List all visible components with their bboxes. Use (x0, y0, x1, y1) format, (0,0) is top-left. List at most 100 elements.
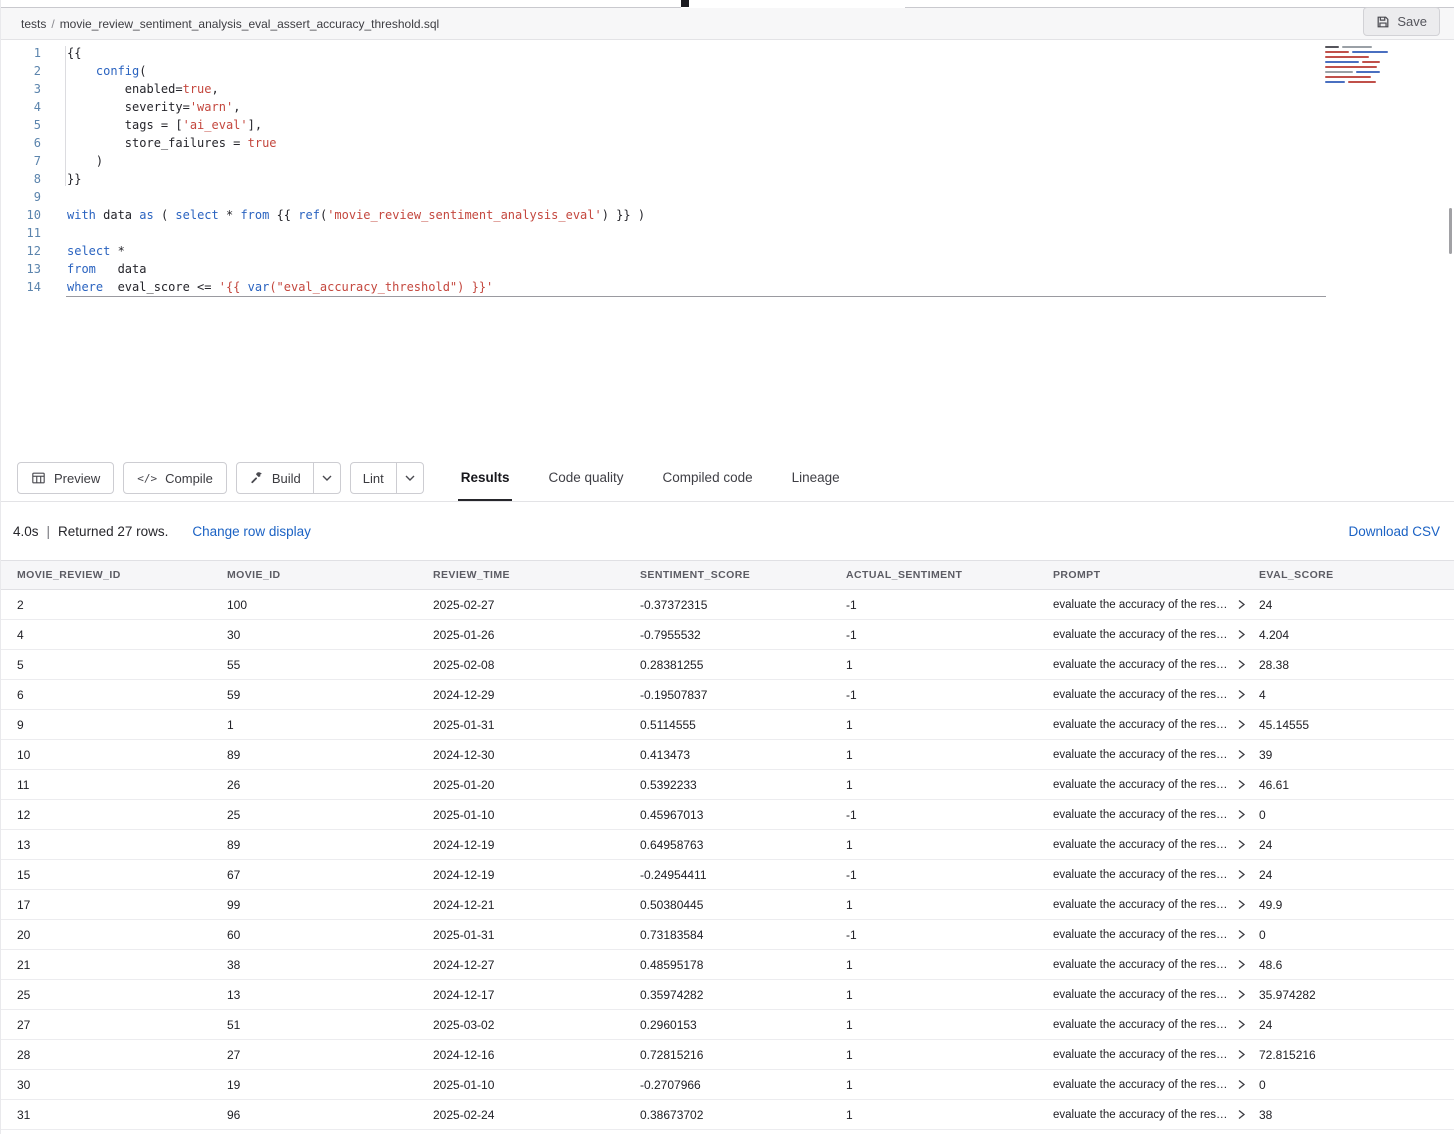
code-editor[interactable]: 1{{2 config(3 enabled=true,4 severity='w… (1, 40, 1454, 455)
expand-prompt-icon[interactable] (1237, 839, 1246, 850)
code-icon: </> (137, 472, 157, 485)
table-cell: 19 (227, 1078, 433, 1092)
code-text: from data (67, 260, 146, 278)
expand-prompt-icon[interactable] (1237, 719, 1246, 730)
breadcrumb-bar: tests / movie_review_sentiment_analysis_… (1, 8, 1454, 40)
table-cell: 1 (846, 958, 1053, 972)
prompt-preview: evaluate the accuracy of the res… (1053, 1079, 1228, 1091)
expand-prompt-icon[interactable] (1237, 1109, 1246, 1120)
expand-prompt-icon[interactable] (1237, 659, 1246, 670)
table-row: 5552025-02-080.283812551evaluate the acc… (1, 650, 1454, 680)
table-cell: -0.37372315 (640, 598, 846, 612)
code-line[interactable]: 13from data (1, 260, 1454, 278)
line-number: 1 (1, 44, 41, 62)
tab-results[interactable]: Results (458, 455, 513, 501)
tab-compiled-code[interactable]: Compiled code (660, 455, 756, 501)
tab-code-quality[interactable]: Code quality (545, 455, 626, 501)
expand-prompt-icon[interactable] (1237, 959, 1246, 970)
table-cell: 1 (846, 1108, 1053, 1122)
code-line[interactable]: 3 enabled=true, (1, 80, 1454, 98)
code-text: severity='warn', (67, 98, 240, 116)
table-cell: 31 (17, 1108, 227, 1122)
column-header: REVIEW_TIME (433, 569, 640, 581)
table-cell: 2025-02-08 (433, 658, 640, 672)
table-cell: 2024-12-19 (433, 838, 640, 852)
breadcrumb-tests[interactable]: tests (21, 17, 46, 31)
code-line[interactable]: 10with data as ( select * from {{ ref('m… (1, 206, 1454, 224)
code-line[interactable]: 12select * (1, 242, 1454, 260)
table-cell: 4 (17, 628, 227, 642)
code-line[interactable]: 2 config( (1, 62, 1454, 80)
build-label: Build (272, 471, 301, 486)
code-line[interactable]: 7 ) (1, 152, 1454, 170)
save-label: Save (1397, 14, 1427, 29)
minimap[interactable] (1325, 46, 1440, 86)
prompt-cell: evaluate the accuracy of the res… (1053, 719, 1259, 731)
expand-prompt-icon[interactable] (1237, 989, 1246, 1000)
table-cell: 12 (17, 808, 227, 822)
expand-prompt-icon[interactable] (1237, 689, 1246, 700)
table-cell: -1 (846, 688, 1053, 702)
code-line[interactable]: 6 store_failures = true (1, 134, 1454, 152)
table-row: 31962025-02-240.386737021evaluate the ac… (1, 1100, 1454, 1130)
query-duration: 4.0s (13, 524, 39, 539)
table-cell: 2025-01-31 (433, 718, 640, 732)
build-dropdown-button[interactable] (313, 463, 340, 493)
code-line[interactable]: 14where eval_score <= '{{ var("eval_accu… (1, 278, 1454, 296)
expand-prompt-icon[interactable] (1237, 899, 1246, 910)
download-csv-link[interactable]: Download CSV (1348, 524, 1440, 539)
table-cell: 0.50380445 (640, 898, 846, 912)
prompt-preview: evaluate the accuracy of the res… (1053, 959, 1228, 971)
expand-prompt-icon[interactable] (1237, 1049, 1246, 1060)
tab-lineage[interactable]: Lineage (789, 455, 843, 501)
preview-button[interactable]: Preview (17, 462, 114, 494)
expand-prompt-icon[interactable] (1237, 929, 1246, 940)
expand-prompt-icon[interactable] (1237, 869, 1246, 880)
expand-prompt-icon[interactable] (1237, 1019, 1246, 1030)
prompt-preview: evaluate the accuracy of the res… (1053, 629, 1228, 641)
code-text: where eval_score <= '{{ var("eval_accura… (67, 278, 493, 296)
column-header: ACTUAL_SENTIMENT (846, 569, 1053, 581)
table-cell: 2025-01-26 (433, 628, 640, 642)
build-button[interactable]: Build (237, 463, 313, 493)
table-cell: -1 (846, 598, 1053, 612)
code-line[interactable]: 8}} (1, 170, 1454, 188)
expand-prompt-icon[interactable] (1237, 1079, 1246, 1090)
code-line[interactable]: 4 severity='warn', (1, 98, 1454, 116)
lint-label: Lint (363, 471, 384, 486)
table-cell: 10 (17, 748, 227, 762)
breadcrumb-filename[interactable]: movie_review_sentiment_analysis_eval_ass… (60, 17, 440, 31)
table-cell: 67 (227, 868, 433, 882)
editor-scrollbar[interactable] (1449, 208, 1452, 254)
table-cell: 4 (1259, 688, 1454, 702)
chevron-down-icon (405, 475, 415, 481)
preview-label: Preview (54, 471, 100, 486)
prompt-preview: evaluate the accuracy of the res… (1053, 599, 1228, 611)
lint-button[interactable]: Lint (351, 463, 396, 493)
table-cell: 35.974282 (1259, 988, 1454, 1002)
expand-prompt-icon[interactable] (1237, 629, 1246, 640)
code-line[interactable]: 11 (1, 224, 1454, 242)
save-button[interactable]: Save (1363, 7, 1440, 36)
change-row-display-link[interactable]: Change row display (192, 524, 311, 539)
code-line[interactable]: 1{{ (1, 44, 1454, 62)
prompt-cell: evaluate the accuracy of the res… (1053, 929, 1259, 941)
compile-button[interactable]: </> Compile (123, 462, 227, 494)
prompt-cell: evaluate the accuracy of the res… (1053, 989, 1259, 1001)
expand-prompt-icon[interactable] (1237, 809, 1246, 820)
expand-prompt-icon[interactable] (1237, 599, 1246, 610)
table-row: 11262025-01-200.53922331evaluate the acc… (1, 770, 1454, 800)
expand-prompt-icon[interactable] (1237, 779, 1246, 790)
code-line[interactable]: 9 (1, 188, 1454, 206)
lint-dropdown-button[interactable] (396, 463, 423, 493)
line-number: 7 (1, 152, 41, 170)
table-cell: -0.24954411 (640, 868, 846, 882)
table-cell: 2025-01-10 (433, 1078, 640, 1092)
table-cell: 1 (846, 898, 1053, 912)
table-cell: 51 (227, 1018, 433, 1032)
code-line[interactable]: 5 tags = ['ai_eval'], (1, 116, 1454, 134)
table-cell: 2024-12-29 (433, 688, 640, 702)
expand-prompt-icon[interactable] (1237, 749, 1246, 760)
prompt-cell: evaluate the accuracy of the res… (1053, 839, 1259, 851)
table-cell: 0 (1259, 928, 1454, 942)
